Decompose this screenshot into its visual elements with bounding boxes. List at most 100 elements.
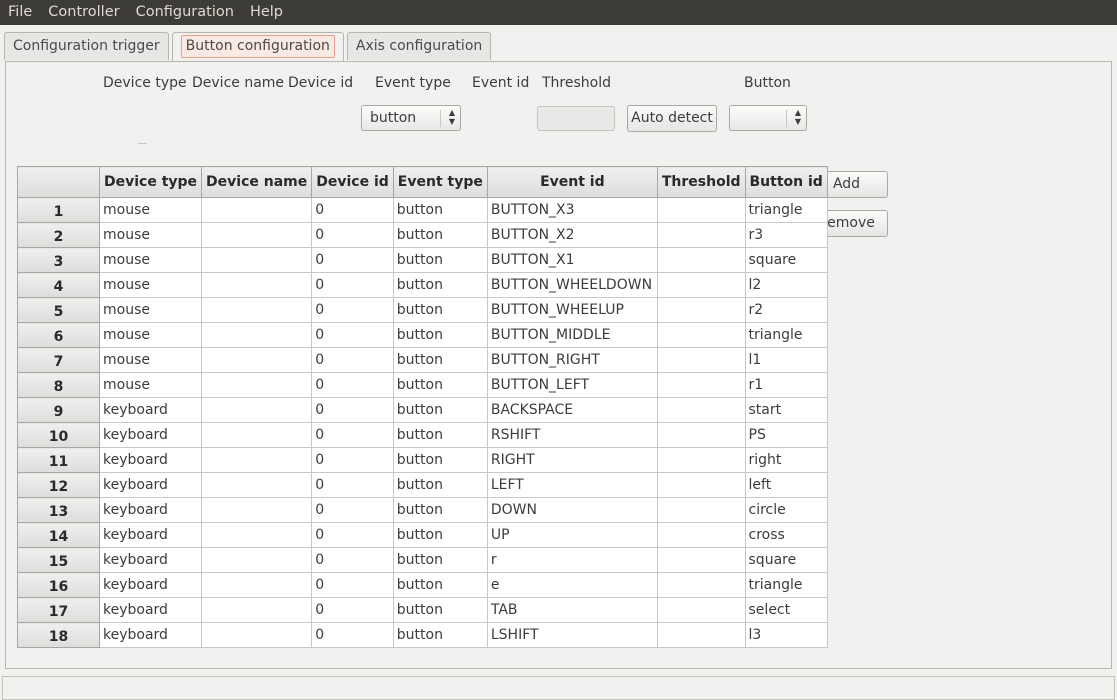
table-cell[interactable]: button [392,522,488,548]
table-cell[interactable]: LEFT [486,472,658,498]
table-cell[interactable] [201,622,313,648]
table-cell[interactable]: mouse [98,272,203,298]
auto-detect-button[interactable]: Auto detect [627,105,717,132]
table-cell[interactable] [201,372,313,398]
table-cell[interactable]: left [744,472,828,498]
table-cell[interactable]: button [392,222,488,248]
table-row[interactable]: 12 keyboard 0 button LEFT left [17,472,828,498]
table-cell[interactable]: 0 [311,547,394,573]
table-cell[interactable]: button [392,572,488,598]
table-row[interactable]: 14 keyboard 0 button UP cross [17,522,828,548]
tab-button-configuration[interactable]: Button configuration [171,32,344,62]
menu-configuration[interactable]: Configuration [128,0,242,25]
table-cell[interactable] [656,247,746,273]
table-cell[interactable]: 0 [311,622,394,648]
table-cell[interactable]: RIGHT [486,447,658,473]
table-cell[interactable]: triangle [744,197,828,223]
table-cell[interactable]: 0 [311,422,394,448]
table-cell[interactable]: button [392,472,488,498]
table-cell[interactable]: keyboard [98,522,203,548]
table-cell[interactable] [201,347,313,373]
table-cell[interactable]: button [392,397,488,423]
table-row[interactable]: 16 keyboard 0 button e triangle [17,572,828,598]
table-cell[interactable]: 0 [311,522,394,548]
table-cell[interactable]: button [392,272,488,298]
table-cell[interactable]: PS [744,422,828,448]
table-cell[interactable]: 0 [311,322,394,348]
table-cell[interactable]: BUTTON_X2 [486,222,658,248]
table-cell[interactable] [656,447,746,473]
table-cell[interactable]: BUTTON_WHEELUP [486,297,658,323]
table-cell[interactable]: button [392,347,488,373]
table-cell[interactable] [201,572,313,598]
table-cell[interactable]: r1 [744,372,828,398]
table-cell[interactable] [656,422,746,448]
column-header-event-id[interactable]: Event id [486,166,658,198]
table-cell[interactable]: keyboard [98,622,203,648]
table-cell[interactable]: TAB [486,597,658,623]
table-cell[interactable]: r2 [744,297,828,323]
table-row[interactable]: 18 keyboard 0 button LSHIFT l3 [17,622,828,648]
table-cell[interactable]: mouse [98,247,203,273]
table-row[interactable]: 7 mouse 0 button BUTTON_RIGHT l1 [17,347,828,373]
table-cell[interactable]: 0 [311,247,394,273]
table-cell[interactable] [656,497,746,523]
table-cell[interactable]: square [744,247,828,273]
table-cell[interactable]: keyboard [98,397,203,423]
table-cell[interactable]: mouse [98,297,203,323]
table-row[interactable]: 17 keyboard 0 button TAB select [17,597,828,623]
table-cell[interactable]: RSHIFT [486,422,658,448]
table-cell[interactable]: BUTTON_MIDDLE [486,322,658,348]
table-cell[interactable] [656,322,746,348]
table-cell[interactable]: square [744,547,828,573]
table-row[interactable]: 13 keyboard 0 button DOWN circle [17,497,828,523]
table-cell[interactable]: mouse [98,372,203,398]
table-cell[interactable]: button [392,622,488,648]
table-cell[interactable] [201,522,313,548]
table-cell[interactable]: e [486,572,658,598]
column-header-device-id[interactable]: Device id [311,166,394,198]
table-cell[interactable]: cross [744,522,828,548]
table-cell[interactable]: BUTTON_RIGHT [486,347,658,373]
table-cell[interactable] [201,547,313,573]
table-cell[interactable]: 0 [311,222,394,248]
table-row[interactable]: 2 mouse 0 button BUTTON_X2 r3 [17,222,828,248]
column-header-device-type[interactable]: Device type [98,166,203,198]
table-cell[interactable] [201,447,313,473]
table-cell[interactable] [656,572,746,598]
table-cell[interactable] [656,547,746,573]
table-row[interactable]: 8 mouse 0 button BUTTON_LEFT r1 [17,372,828,398]
table-cell[interactable]: button [392,247,488,273]
table-row[interactable]: 11 keyboard 0 button RIGHT right [17,447,828,473]
table-cell[interactable]: button [392,547,488,573]
table-cell[interactable] [201,197,313,223]
tab-configuration-trigger[interactable]: Configuration trigger [4,32,169,60]
table-cell[interactable] [656,222,746,248]
column-header-button-id[interactable]: Button id [744,166,828,198]
table-cell[interactable]: start [744,397,828,423]
column-header-event-type[interactable]: Event type [392,166,488,198]
table-row[interactable]: 1 mouse 0 button BUTTON_X3 triangle [17,197,828,223]
table-cell[interactable]: 0 [311,447,394,473]
table-cell[interactable]: button [392,597,488,623]
table-cell[interactable]: BUTTON_LEFT [486,372,658,398]
table-cell[interactable]: 0 [311,572,394,598]
table-cell[interactable] [656,197,746,223]
table-cell[interactable]: 0 [311,272,394,298]
column-header-threshold[interactable]: Threshold [656,166,746,198]
table-cell[interactable]: BUTTON_X3 [486,197,658,223]
table-cell[interactable]: mouse [98,197,203,223]
table-cell[interactable]: keyboard [98,547,203,573]
table-cell[interactable]: keyboard [98,597,203,623]
table-cell[interactable]: DOWN [486,497,658,523]
table-cell[interactable]: mouse [98,222,203,248]
table-row[interactable]: 10 keyboard 0 button RSHIFT PS [17,422,828,448]
table-cell[interactable]: button [392,447,488,473]
table-row[interactable]: 5 mouse 0 button BUTTON_WHEELUP r2 [17,297,828,323]
column-header-device-name[interactable]: Device name [201,166,313,198]
table-cell[interactable]: 0 [311,397,394,423]
table-cell[interactable]: 0 [311,597,394,623]
table-cell[interactable]: 0 [311,472,394,498]
table-cell[interactable] [656,397,746,423]
table-cell[interactable]: button [392,422,488,448]
